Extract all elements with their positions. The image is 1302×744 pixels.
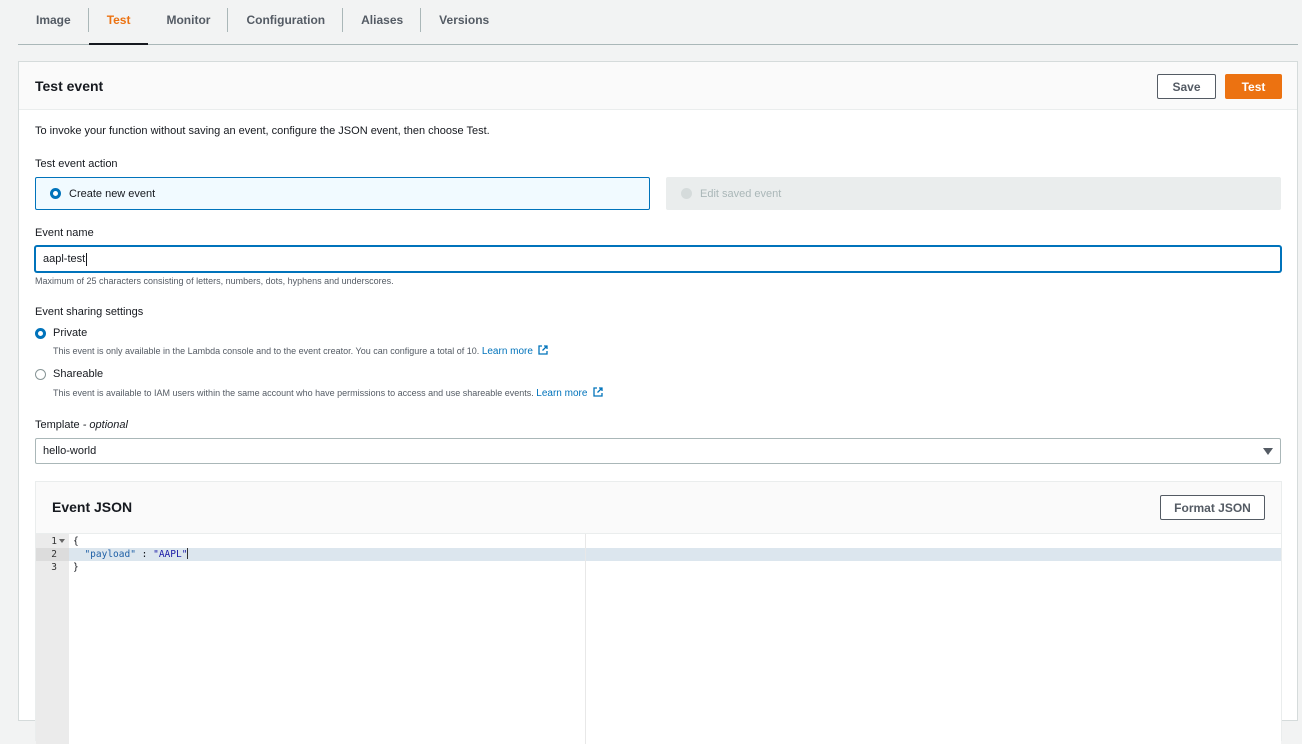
editor-gutter: 1 2 3 (36, 534, 69, 744)
editor-content[interactable]: { "payload" : "AAPL" } (69, 534, 1281, 744)
tab-monitor[interactable]: Monitor (148, 0, 229, 44)
shareable-desc-text: This event is available to IAM users wit… (53, 388, 534, 398)
test-button[interactable]: Test (1225, 74, 1282, 99)
create-new-event-tile[interactable]: Create new event (35, 177, 650, 210)
private-option[interactable]: Private (35, 327, 87, 339)
event-sharing-label: Event sharing settings (35, 306, 144, 318)
shareable-label: Shareable (53, 368, 104, 380)
tab-image[interactable]: Image (18, 0, 89, 44)
event-json-panel: Event JSON Format JSON 1 2 3 { "payload"… (35, 481, 1282, 744)
line-number: 2 (36, 548, 69, 561)
private-label: Private (53, 327, 88, 339)
tab-test[interactable]: Test (88, 0, 149, 45)
json-key: "payload" (84, 549, 136, 560)
event-name-label: Event name (35, 227, 94, 239)
template-label: Template - optional (35, 419, 128, 431)
code-line: "payload" : "AAPL" (84, 548, 189, 560)
format-json-button[interactable]: Format JSON (1160, 495, 1265, 520)
tab-label: Image (36, 13, 71, 27)
tab-label: Versions (439, 13, 490, 27)
panel-title: Test event (35, 78, 104, 94)
private-desc-text: This event is only available in the Lamb… (53, 346, 480, 356)
tab-label: Aliases (361, 13, 404, 27)
learn-more-link[interactable]: Learn more (536, 388, 587, 399)
create-new-event-label: Create new event (69, 187, 156, 200)
external-link-icon (538, 345, 549, 355)
radio-selected-icon (35, 327, 46, 339)
external-link-icon (593, 387, 603, 397)
line-number: 1 (36, 535, 69, 548)
private-description: This event is only available in the Lamb… (53, 345, 549, 357)
event-json-title: Event JSON (52, 499, 133, 515)
code-editor[interactable]: 1 2 3 { "payload" : "AAPL" } (36, 534, 1281, 744)
template-optional-text: - optional (82, 419, 128, 431)
tab-versions[interactable]: Versions (421, 0, 507, 44)
shareable-option[interactable]: Shareable (35, 368, 103, 380)
event-name-value: aapl-test (43, 253, 86, 265)
tab-label: Monitor (166, 13, 211, 27)
shareable-description: This event is available to IAM users wit… (53, 387, 603, 399)
tab-configuration[interactable]: Configuration (228, 0, 344, 44)
text-caret (86, 252, 88, 266)
text-caret (187, 548, 189, 559)
tab-label: Configuration (246, 13, 326, 27)
template-value: hello-world (43, 445, 97, 457)
template-label-text: Template (35, 419, 80, 431)
radio-selected-icon (50, 188, 61, 199)
tab-aliases[interactable]: Aliases (343, 0, 422, 44)
code-line: } (73, 562, 79, 573)
event-json-header: Event JSON Format JSON (36, 482, 1281, 534)
code-line: { (73, 536, 79, 547)
test-event-panel: Test event Save Test To invoke your func… (18, 61, 1298, 744)
tab-bar: Image Test Monitor Configuration Aliases… (18, 0, 1298, 45)
radio-disabled-icon (681, 188, 692, 199)
fold-arrow-icon[interactable] (59, 539, 65, 543)
line-number: 3 (51, 562, 57, 573)
learn-more-link[interactable]: Learn more (482, 346, 533, 357)
panel-header: Test event Save Test (19, 62, 1297, 110)
event-name-hint: Maximum of 25 characters consisting of l… (35, 276, 394, 286)
save-button[interactable]: Save (1157, 74, 1216, 99)
test-event-action-label: Test event action (35, 158, 118, 170)
edit-saved-event-tile: Edit saved event (666, 177, 1281, 210)
radio-unselected-icon (35, 368, 46, 380)
intro-text: To invoke your function without saving a… (35, 125, 490, 137)
template-select[interactable]: hello-world (35, 438, 1281, 464)
tab-label: Test (106, 13, 131, 27)
json-value: "AAPL" (153, 549, 188, 560)
caret-down-icon (1263, 448, 1273, 455)
event-name-input[interactable]: aapl-test (35, 246, 1281, 272)
edit-saved-event-label: Edit saved event (700, 187, 782, 200)
